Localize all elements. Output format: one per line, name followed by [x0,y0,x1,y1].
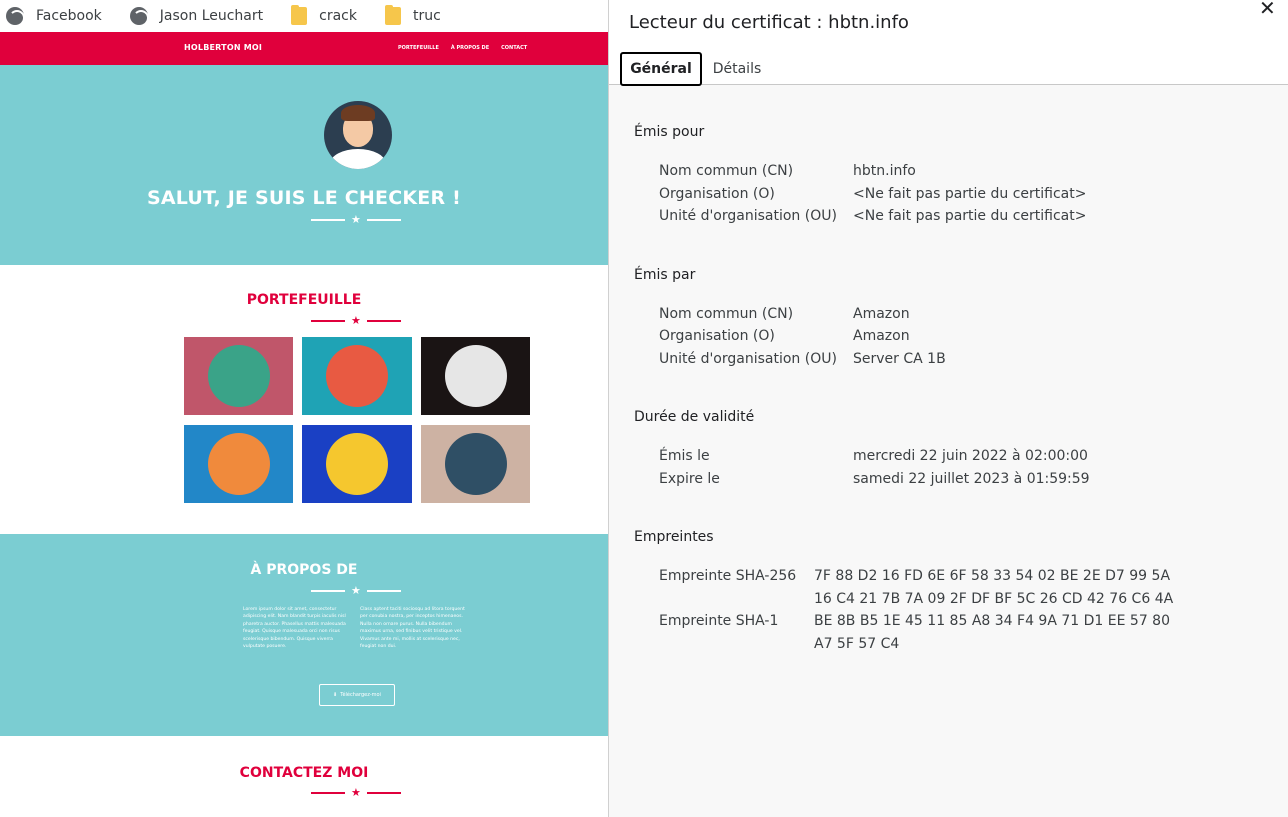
star-icon: ★ [351,786,361,799]
bookmark-folder-truc[interactable]: truc [384,5,441,26]
sha256-label: Empreinte SHA-256 [659,568,797,584]
viewer-header: Lecteur du certificat : hbtn.info ✕ [609,0,1288,34]
nav-link-portfolio[interactable]: PORTEFEUILLE [398,45,439,51]
site-navbar: HOLBERTON MOI PORTEFEUILLE À PROPOS DE C… [0,32,608,65]
issued-to-o-value: <Ne fait pas partie du certificat> [853,186,1087,202]
bookmark-facebook[interactable]: Facebook [6,6,102,26]
hero-divider: ★ [311,213,401,226]
website-page: HOLBERTON MOI PORTEFEUILLE À PROPOS DE C… [0,32,608,817]
avatar [324,101,392,169]
portfolio-tile-circus[interactable] [421,337,530,415]
sha1-label: Empreinte SHA-1 [659,613,779,629]
globe-icon [129,7,149,26]
star-icon: ★ [351,584,361,597]
issued-by-cn-label: Nom commun (CN) [659,306,794,322]
bookmarks-bar: Facebook Jason Leuchart crack truc [0,0,608,32]
viewer-title: Lecteur du certificat : hbtn.info [629,12,909,33]
about-divider: ★ [311,584,401,597]
portfolio-grid [184,337,530,503]
portfolio-tile-game[interactable] [184,425,293,503]
bookmark-label: Facebook [36,8,102,24]
portfolio-section: PORTEFEUILLE ★ [0,265,608,535]
issued-on-label: Émis le [659,448,710,464]
bookmark-folder-crack[interactable]: crack [291,5,357,26]
close-icon[interactable]: ✕ [1259,0,1276,21]
issued-by-ou-value: Server CA 1B [853,351,946,367]
issued-by-heading: Émis par [634,267,696,283]
portfolio-tile-submarine[interactable] [421,425,530,503]
issued-by-cn-value: Amazon [853,306,910,322]
nav-link-contact[interactable]: CONTACT [501,45,527,51]
star-icon: ★ [351,314,361,327]
issued-to-cn-label: Nom commun (CN) [659,163,794,179]
about-section: À PROPOS DE ★ Lorem ipsum dolor sit amet… [0,534,608,736]
viewer-tabs: Général Détails [609,34,1288,86]
about-column-2: Class aptent taciti sociosqu ad litora t… [360,607,465,650]
issued-to-ou-value: <Ne fait pas partie du certificat> [853,208,1087,224]
bookmark-jason-leuchart[interactable]: Jason Leuchart [129,6,264,26]
certificate-viewer: Lecteur du certificat : hbtn.info ✕ Géné… [608,0,1288,817]
issued-on-value: mercredi 22 juin 2022 à 02:00:00 [853,448,1088,464]
safe-icon [326,433,388,495]
sha256-value-line-1: 7F 88 D2 16 FD 6E 6F 58 33 54 02 BE 2E D… [814,568,1171,584]
site-nav: PORTEFEUILLE À PROPOS DE CONTACT [398,45,527,51]
expires-value: samedi 22 juillet 2023 à 01:59:59 [853,471,1090,487]
portfolio-tile-cabin[interactable] [184,337,293,415]
contact-title: CONTACTEZ MOI [239,765,369,781]
download-button[interactable]: ⬇ Téléchargez-moi [319,684,395,706]
hero-title: SALUT, JE SUIS LE CHECKER ! [147,187,461,209]
download-icon: ⬇ [333,692,338,698]
issued-to-o-label: Organisation (O) [659,186,775,202]
issued-by-ou-label: Unité d'organisation (OU) [659,351,837,367]
portfolio-divider: ★ [311,314,401,327]
circus-tent-icon [444,345,507,407]
site-brand[interactable]: HOLBERTON MOI [184,43,262,52]
fingerprints-heading: Empreintes [634,529,714,545]
tab-general[interactable]: Général [620,52,702,86]
hero-section: SALUT, JE SUIS LE CHECKER ! ★ [0,65,608,265]
expires-label: Expire le [659,471,720,487]
portfolio-title: PORTEFEUILLE [246,292,362,308]
issued-to-heading: Émis pour [634,124,705,140]
sha1-value-line-2: A7 5F 57 C4 [814,636,900,652]
contact-section: CONTACTEZ MOI ★ [0,736,608,817]
nav-link-about[interactable]: À PROPOS DE [451,45,489,51]
bookmark-label: crack [319,8,357,24]
download-label: Téléchargez-moi [340,692,381,698]
issued-to-cn-value: hbtn.info [853,163,916,179]
cabin-icon [207,345,270,407]
about-text: Lorem ipsum dolor sit amet, consectetur … [243,606,467,650]
folder-icon [384,5,401,25]
folder-icon [291,5,308,25]
bookmark-label: truc [412,8,441,24]
issued-to-ou-label: Unité d'organisation (OU) [659,208,837,224]
sha1-value-line-1: BE 8B B5 1E 45 11 85 A8 34 F4 9A 71 D1 E… [814,613,1170,629]
issued-by-o-label: Organisation (O) [659,328,775,344]
submarine-icon [444,433,507,495]
portfolio-tile-safe[interactable] [302,425,412,503]
gamepad-icon [207,433,270,495]
validity-heading: Durée de validité [634,409,755,425]
about-column-1: Lorem ipsum dolor sit amet, consectetur … [243,607,346,650]
sha256-value-line-2: 16 C4 21 7B 7A 09 2F DF BF 5C 26 CD 42 7… [814,591,1174,607]
portfolio-tile-cake[interactable] [302,337,412,415]
cake-icon [326,345,388,407]
globe-icon [6,7,25,26]
tab-details[interactable]: Détails [707,52,767,86]
star-icon: ★ [351,213,361,226]
bookmark-label: Jason Leuchart [159,8,264,24]
contact-divider: ★ [311,786,401,799]
issued-by-o-value: Amazon [853,328,910,344]
about-title: À PROPOS DE [250,562,358,578]
